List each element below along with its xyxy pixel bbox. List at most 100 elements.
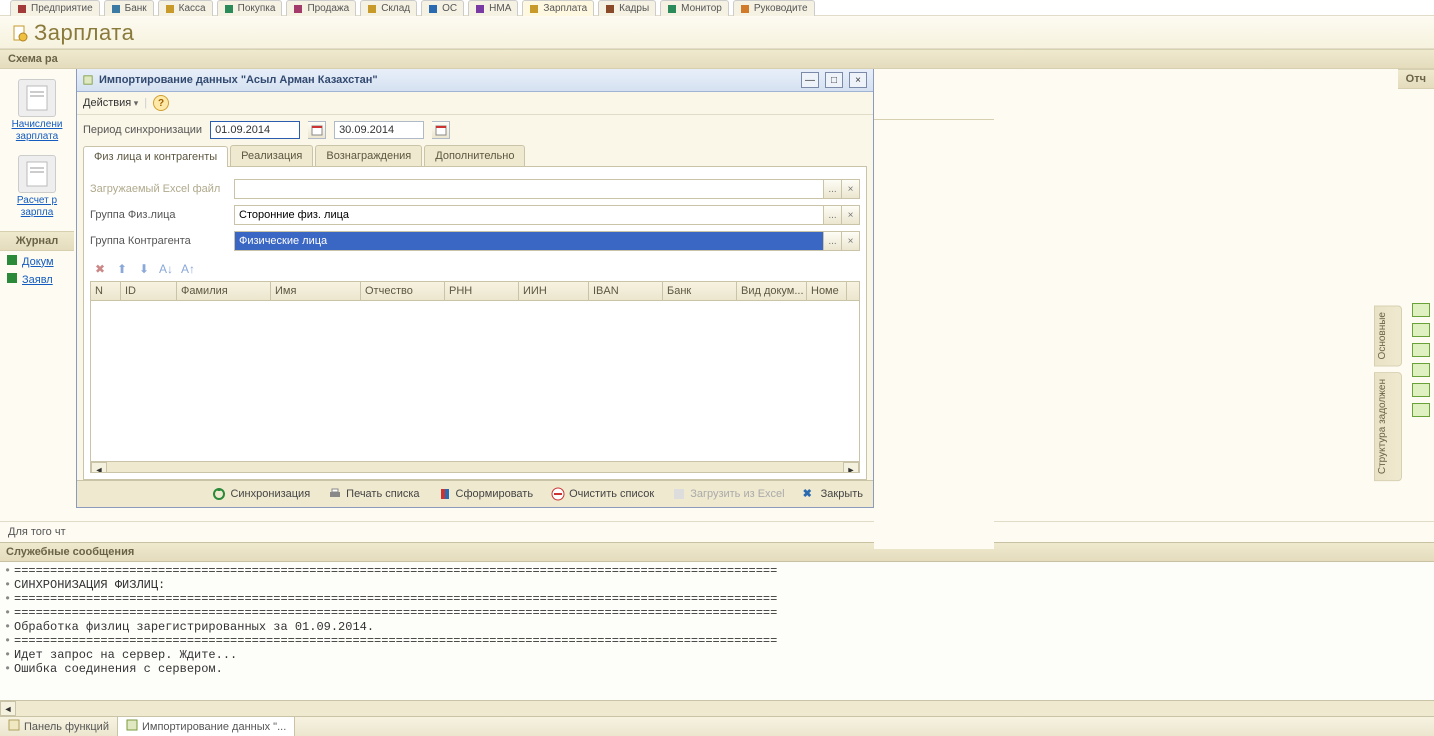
dialog-tab-1[interactable]: Реализация [230, 145, 313, 166]
kontr-input[interactable] [235, 233, 823, 249]
grid-col-1[interactable]: ID [121, 282, 177, 300]
excel-load-icon [672, 487, 686, 501]
load-excel-button: Загрузить из Excel [668, 485, 788, 503]
move-up-icon[interactable]: ⬆ [114, 261, 130, 277]
date-to-calendar-icon[interactable] [432, 121, 450, 139]
help-button[interactable]: ? [153, 95, 169, 111]
dialog-tab-2[interactable]: Вознаграждения [315, 145, 422, 166]
journal-item-1[interactable]: Заявл [6, 272, 72, 287]
sync-icon [212, 487, 226, 501]
top-toolbar: ПредприятиеБанкКассаПокупкаПродажаСкладО… [0, 0, 1434, 16]
vtab-struct[interactable]: Структура задолжен [1374, 372, 1402, 481]
top-tab-3[interactable]: Покупка [217, 0, 283, 16]
scroll-left-icon[interactable]: ◄ [91, 462, 107, 473]
grid-col-7[interactable]: IBAN [589, 282, 663, 300]
excel-browse-button[interactable]: ... [823, 180, 841, 198]
excel-row: Загружаемый Excel файл ... × [90, 179, 860, 199]
grid-col-8[interactable]: Банк [663, 282, 737, 300]
tab-icon [475, 4, 485, 14]
date-from-input[interactable]: 01.09.2014 [210, 121, 300, 139]
dialog-tab-3[interactable]: Дополнительно [424, 145, 525, 166]
tab-icon [667, 4, 677, 14]
delete-row-icon[interactable]: ✖ [92, 261, 108, 277]
tab-panel: Загружаемый Excel файл ... × Группа Физ.… [83, 167, 867, 480]
sort-asc-icon[interactable]: A↓ [158, 261, 174, 277]
vtab-main[interactable]: Основные [1374, 305, 1402, 366]
service-messages-header: Служебные сообщения [0, 542, 1434, 562]
tab-icon [165, 4, 175, 14]
grid-col-10[interactable]: Номе [807, 282, 847, 300]
left-action-0[interactable]: Начисленизарплата [2, 79, 72, 143]
fiz-browse-button[interactable]: ... [823, 206, 841, 224]
data-grid[interactable]: NIDФамилияИмяОтчествоРННИИНIBANБанкВид д… [90, 281, 860, 473]
dialog-tab-0[interactable]: Физ лица и контрагенты [83, 146, 228, 167]
top-tab-11[interactable]: Руководите [733, 0, 815, 16]
log-line: •Ошибка соединения с сервером. [4, 662, 1430, 676]
top-tab-10[interactable]: Монитор [660, 0, 729, 16]
grid-col-6[interactable]: ИИН [519, 282, 589, 300]
grid-body [91, 301, 859, 461]
excel-clear-button[interactable]: × [841, 180, 859, 198]
journal-item-0[interactable]: Докум [6, 254, 72, 269]
actions-menu[interactable]: Действия [83, 97, 138, 109]
status-bar: Панель функций Импортирование данных "..… [0, 716, 1434, 736]
status-panel-functions[interactable]: Панель функций [0, 717, 118, 736]
service-messages-body: •=======================================… [0, 562, 1434, 700]
excel-input[interactable] [235, 181, 823, 197]
reports-header: Отч [1398, 69, 1434, 89]
grid-col-3[interactable]: Имя [271, 282, 361, 300]
doc-icon [6, 272, 18, 287]
kontr-clear-button[interactable]: × [841, 232, 859, 250]
fiz-input[interactable] [235, 207, 823, 223]
sync-button[interactable]: Синхронизация [208, 485, 314, 503]
bottom-scrollbar[interactable]: ◄ [0, 700, 1434, 716]
top-tab-2[interactable]: Касса [158, 0, 213, 16]
grid-col-9[interactable]: Вид докум... [737, 282, 807, 300]
dialog-icon [83, 75, 93, 85]
print-button[interactable]: Печать списка [324, 485, 423, 503]
report-item[interactable] [1412, 403, 1430, 417]
top-tab-0[interactable]: Предприятие [10, 0, 100, 16]
sort-desc-icon[interactable]: A↑ [180, 261, 196, 277]
move-down-icon[interactable]: ⬇ [136, 261, 152, 277]
top-tab-6[interactable]: ОС [421, 0, 464, 16]
grid-col-5[interactable]: РНН [445, 282, 519, 300]
grid-col-2[interactable]: Фамилия [177, 282, 271, 300]
hint-line: Для того чт [0, 521, 1434, 542]
period-label: Период синхронизации [83, 124, 202, 136]
left-action-1[interactable]: Расчет рзарпла [2, 155, 72, 219]
close-button[interactable]: ✖ Закрыть [799, 485, 867, 503]
date-to-input[interactable]: 30.09.2014 [334, 121, 424, 139]
fiz-clear-button[interactable]: × [841, 206, 859, 224]
top-tab-7[interactable]: НМА [468, 0, 518, 16]
report-item[interactable] [1412, 383, 1430, 397]
form-button[interactable]: Сформировать [434, 485, 538, 503]
dialog-titlebar[interactable]: Импортирование данных "Асыл Арман Казахс… [77, 69, 873, 92]
report-item[interactable] [1412, 323, 1430, 337]
maximize-button[interactable]: □ [825, 72, 843, 88]
top-tab-5[interactable]: Склад [360, 0, 417, 16]
close-window-button[interactable]: × [849, 72, 867, 88]
report-item[interactable] [1412, 303, 1430, 317]
top-tab-9[interactable]: Кадры [598, 0, 656, 16]
left-column: НачисленизарплатаРасчет рзарпла Журнал Д… [0, 69, 74, 521]
tab-icon [111, 4, 121, 14]
grid-col-0[interactable]: N [91, 282, 121, 300]
report-item[interactable] [1412, 343, 1430, 357]
top-tab-1[interactable]: Банк [104, 0, 154, 16]
right-background [874, 119, 994, 549]
top-tab-4[interactable]: Продажа [286, 0, 356, 16]
log-line: •=======================================… [4, 564, 1430, 578]
grid-col-4[interactable]: Отчество [361, 282, 445, 300]
status-dialog-tab[interactable]: Импортирование данных "... [118, 717, 295, 736]
printer-icon [328, 487, 342, 501]
report-item[interactable] [1412, 363, 1430, 377]
close-icon: ✖ [803, 487, 817, 501]
kontr-browse-button[interactable]: ... [823, 232, 841, 250]
dialog-tab-icon [126, 719, 138, 734]
top-tab-8[interactable]: Зарплата [522, 0, 594, 16]
date-from-calendar-icon[interactable] [308, 121, 326, 139]
clear-button[interactable]: Очистить список [547, 485, 658, 503]
scroll-right-icon[interactable]: ► [843, 462, 859, 473]
minimize-button[interactable]: — [801, 72, 819, 88]
